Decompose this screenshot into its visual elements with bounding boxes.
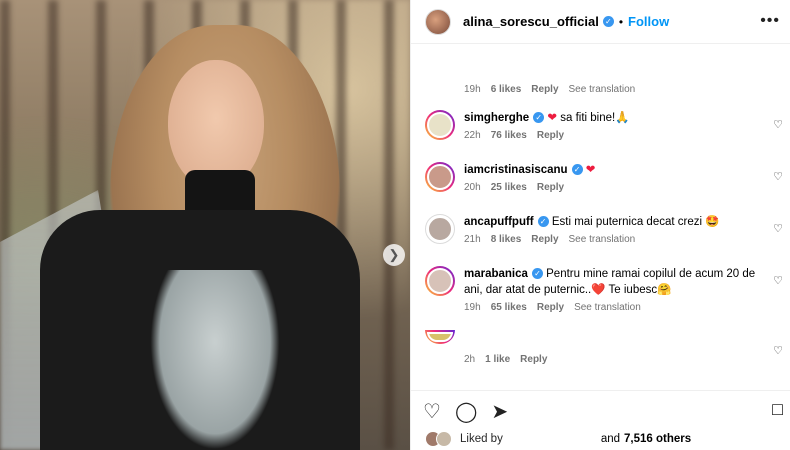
liked-by-row[interactable]: Liked by and 7,516 others [425, 431, 691, 447]
see-translation-button[interactable]: See translation [569, 84, 636, 95]
comment-likes[interactable]: 1 like [485, 354, 510, 365]
list-item: 2h 1 like Reply ♡ [425, 330, 785, 365]
comment-meta: 19h 6 likes Reply See translation [464, 84, 635, 95]
comment-meta: 21h 8 likes Reply See translation [464, 234, 785, 245]
like-comment-icon[interactable]: ♡ [773, 274, 783, 287]
verified-icon: ✓ [537, 216, 549, 228]
reply-button[interactable]: Reply [531, 234, 558, 245]
comment-username[interactable]: ancapuffpuff [464, 216, 534, 228]
comment-time: 19h [464, 84, 481, 95]
comment-text: iamcristinasiscanu ✓ ❤ [464, 162, 774, 178]
liked-by-label: Liked by [460, 433, 503, 445]
comment-icon[interactable]: ◯ [455, 399, 477, 424]
red-heart-icon: ❤ [585, 164, 596, 176]
list-item: ancapuffpuff ✓ Esti mai puternica decat c… [425, 214, 785, 245]
avatar[interactable] [425, 266, 455, 296]
like-comment-icon[interactable]: ♡ [773, 118, 783, 131]
comment-body: sa fiti bine!🙏 [557, 112, 630, 124]
comment-username[interactable]: marabanica [464, 268, 528, 280]
post-actions: ♡ ◯ ➤ □ Liked by and 7,516 others [411, 390, 790, 450]
comment-time: 20h [464, 182, 481, 193]
reply-button[interactable]: Reply [537, 130, 564, 141]
comment-text: simgherghe ✓ ❤ sa fiti bine!🙏 [464, 110, 774, 126]
comment-meta: 22h 76 likes Reply [464, 130, 785, 141]
verified-icon: ✓ [571, 164, 583, 176]
separator-dot: • [618, 14, 624, 29]
see-translation-button[interactable]: See translation [574, 302, 641, 313]
like-comment-icon[interactable]: ♡ [773, 344, 783, 357]
comment-text: ancapuffpuff ✓ Esti mai puternica decat c… [464, 214, 774, 230]
see-translation-button[interactable]: See translation [569, 234, 636, 245]
post-username[interactable]: alina_sorescu_official [463, 14, 599, 29]
post-panel: alina_sorescu_official ✓ • Follow ••• 19… [410, 0, 790, 450]
post-header: alina_sorescu_official ✓ • Follow ••• [411, 0, 790, 44]
reply-button[interactable]: Reply [537, 182, 564, 193]
comment-time: 22h [464, 130, 481, 141]
red-heart-icon: ❤ [547, 112, 558, 124]
comment-username[interactable]: iamcristinasiscanu [464, 164, 568, 176]
avatar[interactable] [425, 214, 455, 244]
reply-button[interactable]: Reply [531, 84, 558, 95]
comment-time: 19h [464, 302, 481, 313]
avatar[interactable] [425, 110, 455, 140]
list-item: simgherghe ✓ ❤ sa fiti bine!🙏 22h 76 like… [425, 110, 785, 141]
chevron-right-icon: ❯ [388, 247, 400, 262]
bookmark-icon[interactable]: □ [772, 399, 783, 420]
comment-text: marabanica ✓ Pentru mine ramai copilul de… [464, 266, 774, 298]
comment-time: 2h [464, 354, 476, 365]
like-comment-icon[interactable]: ♡ [773, 222, 783, 235]
avatar[interactable] [425, 8, 451, 35]
comment-username[interactable]: simgherghe [464, 112, 529, 124]
avatar [436, 431, 452, 447]
follow-button[interactable]: Follow [628, 14, 669, 29]
comment-likes[interactable]: 25 likes [491, 182, 527, 193]
comment-likes[interactable]: 8 likes [491, 234, 522, 245]
share-icon[interactable]: ➤ [491, 399, 508, 424]
action-icons: ♡ ◯ ➤ [423, 399, 508, 424]
comments-list[interactable]: 19h 6 likes Reply See translation simghe… [411, 44, 790, 390]
post-photo[interactable]: ❯ [0, 0, 410, 450]
verified-icon: ✓ [602, 16, 614, 27]
heart-icon[interactable]: ♡ [423, 399, 441, 424]
comment-likes[interactable]: 76 likes [491, 130, 527, 141]
list-item: marabanica ✓ Pentru mine ramai copilul de… [425, 266, 785, 313]
like-comment-icon[interactable]: ♡ [773, 170, 783, 183]
reply-button[interactable]: Reply [537, 302, 564, 313]
comment-meta: 19h 65 likes Reply See translation [464, 302, 785, 313]
comment-likes[interactable]: 6 likes [491, 84, 522, 95]
comment-meta: 2h 1 like Reply [464, 354, 785, 365]
list-item: iamcristinasiscanu ✓ ❤ 20h 25 likes Reply… [425, 162, 785, 193]
comment-body: Esti mai puternica decat crezi 🤩 [548, 216, 720, 228]
comment-likes[interactable]: 65 likes [491, 302, 527, 313]
likes-and-label: and [600, 433, 621, 445]
verified-icon: ✓ [531, 268, 543, 280]
comment-time: 21h [464, 234, 481, 245]
reply-button[interactable]: Reply [520, 354, 547, 365]
verified-icon: ✓ [533, 112, 545, 124]
more-options-icon[interactable]: ••• [760, 12, 780, 30]
photo-sweater-print [150, 270, 280, 450]
avatar[interactable] [425, 162, 455, 192]
avatar[interactable] [425, 330, 455, 344]
next-image-button[interactable]: ❯ [383, 244, 405, 266]
comment-meta: 20h 25 likes Reply [464, 182, 785, 193]
likes-count[interactable]: 7,516 others [624, 433, 691, 445]
